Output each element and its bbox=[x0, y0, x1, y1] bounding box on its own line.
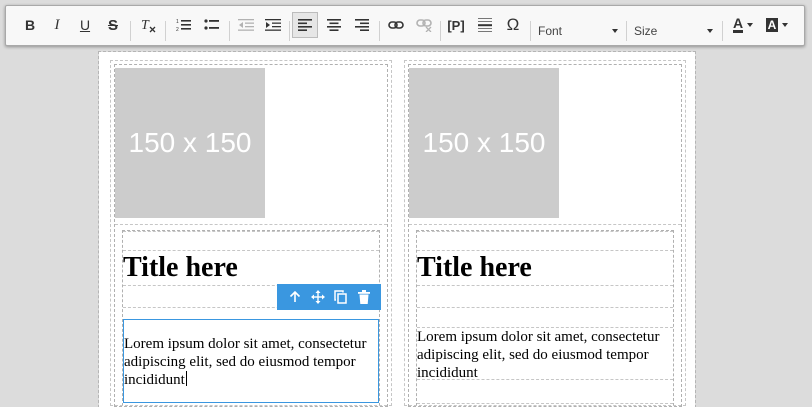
indent-icon bbox=[265, 19, 281, 31]
svg-text:1: 1 bbox=[176, 19, 179, 25]
horizontal-rule-icon bbox=[478, 18, 492, 32]
font-family-select[interactable]: Font bbox=[538, 20, 618, 42]
toolbar-divider bbox=[229, 21, 230, 41]
remove-format-button[interactable]: T bbox=[136, 12, 160, 38]
align-left-icon bbox=[298, 19, 312, 31]
numbered-list-button[interactable]: 12 bbox=[172, 12, 196, 38]
background-color-icon: A bbox=[765, 18, 779, 32]
image-placeholder[interactable]: 150 x 150 bbox=[115, 68, 265, 218]
strikethrough-label: S bbox=[107, 16, 118, 34]
text-color-icon: A bbox=[732, 15, 744, 33]
toolbar-divider bbox=[289, 21, 290, 41]
numbered-list-icon: 12 bbox=[176, 19, 191, 32]
outdent-icon bbox=[238, 19, 254, 31]
divider bbox=[417, 231, 673, 232]
paragraph[interactable]: Lorem ipsum dolor sit amet, consectetur … bbox=[417, 327, 673, 381]
divider bbox=[115, 224, 387, 225]
move-icon bbox=[310, 290, 325, 304]
drag-move-button[interactable] bbox=[308, 287, 328, 307]
toolbar-divider bbox=[130, 21, 131, 41]
toolbar-divider bbox=[379, 21, 380, 41]
align-left-button[interactable] bbox=[292, 12, 318, 38]
divider bbox=[123, 231, 379, 232]
text-cursor bbox=[185, 371, 187, 386]
italic-label: I bbox=[54, 16, 60, 33]
paragraph-text: Lorem ipsum dolor sit amet, consectetur … bbox=[417, 329, 660, 381]
italic-button[interactable]: I bbox=[45, 12, 69, 38]
divider bbox=[417, 307, 673, 308]
rich-text-toolbar: B I U S T 12 [P] Ω Font Size A A bbox=[5, 5, 805, 46]
special-character-button[interactable]: Ω bbox=[501, 12, 525, 38]
paragraph-format-button[interactable]: [P] bbox=[444, 12, 468, 38]
arrow-up-icon bbox=[289, 291, 300, 302]
text-block: Title here Lorem ipsum dolor sit amet, c… bbox=[122, 230, 380, 406]
svg-text:2: 2 bbox=[176, 27, 179, 32]
align-right-icon bbox=[355, 19, 369, 31]
image-placeholder-label: 150 x 150 bbox=[422, 127, 546, 158]
column-left[interactable]: 150 x 150 Title here Lorem ipsum dolor s… bbox=[110, 60, 392, 407]
strikethrough-button[interactable]: S bbox=[101, 12, 125, 38]
paragraph-text: Lorem ipsum dolor sit amet, consectetur … bbox=[124, 336, 367, 388]
link-icon bbox=[388, 21, 404, 29]
bold-button[interactable]: B bbox=[18, 12, 42, 38]
align-center-icon bbox=[327, 19, 341, 31]
font-select-value: Font bbox=[538, 24, 563, 38]
block-actions-toolbar bbox=[277, 284, 381, 310]
unlink-button[interactable] bbox=[412, 12, 436, 38]
chevron-down-icon bbox=[612, 29, 618, 33]
column-title[interactable]: Title here bbox=[123, 250, 379, 286]
svg-text:T: T bbox=[141, 18, 150, 33]
font-size-select[interactable]: Size bbox=[634, 20, 713, 42]
underline-button[interactable]: U bbox=[73, 12, 97, 38]
paragraph-tag-label: [P] bbox=[447, 17, 465, 33]
bulleted-list-icon bbox=[204, 19, 219, 30]
chevron-down-icon bbox=[782, 23, 789, 27]
paragraph-selected[interactable]: Lorem ipsum dolor sit amet, consectetur … bbox=[123, 319, 379, 403]
outdent-button[interactable] bbox=[234, 12, 258, 38]
text-block: Title here Lorem ipsum dolor sit amet, c… bbox=[416, 230, 674, 406]
bold-label: B bbox=[24, 17, 36, 33]
toolbar-divider bbox=[626, 21, 627, 41]
align-right-button[interactable] bbox=[350, 12, 374, 38]
size-select-value: Size bbox=[634, 24, 658, 38]
trash-icon bbox=[357, 290, 370, 304]
chevron-down-icon bbox=[707, 29, 713, 33]
toolbar-divider bbox=[165, 21, 166, 41]
delete-button[interactable] bbox=[354, 287, 374, 307]
image-placeholder-label: 150 x 150 bbox=[128, 127, 252, 158]
toolbar-divider bbox=[722, 21, 723, 41]
divider bbox=[417, 403, 673, 404]
insert-link-button[interactable] bbox=[384, 12, 408, 38]
bulleted-list-button[interactable] bbox=[200, 12, 224, 38]
toolbar-divider bbox=[440, 21, 441, 41]
chevron-down-icon bbox=[747, 23, 754, 27]
duplicate-button[interactable] bbox=[331, 287, 351, 307]
move-up-button[interactable] bbox=[285, 287, 305, 307]
unlink-icon bbox=[416, 19, 432, 32]
remove-format-icon: T bbox=[141, 18, 156, 33]
toolbar-divider bbox=[530, 21, 531, 41]
column-right[interactable]: 150 x 150 Title here Lorem ipsum dolor s… bbox=[404, 60, 686, 407]
background-color-button[interactable]: A bbox=[762, 12, 792, 38]
align-center-button[interactable] bbox=[322, 12, 346, 38]
underline-label: U bbox=[79, 17, 91, 33]
indent-button[interactable] bbox=[261, 12, 285, 38]
horizontal-rule-button[interactable] bbox=[473, 12, 497, 38]
divider bbox=[409, 224, 681, 225]
image-placeholder[interactable]: 150 x 150 bbox=[409, 68, 559, 218]
column-title[interactable]: Title here bbox=[417, 250, 673, 286]
editor-canvas: 150 x 150 Title here Lorem ipsum dolor s… bbox=[98, 51, 696, 407]
text-color-button[interactable]: A bbox=[728, 12, 758, 38]
omega-icon: Ω bbox=[506, 15, 520, 34]
copy-icon bbox=[334, 290, 347, 304]
